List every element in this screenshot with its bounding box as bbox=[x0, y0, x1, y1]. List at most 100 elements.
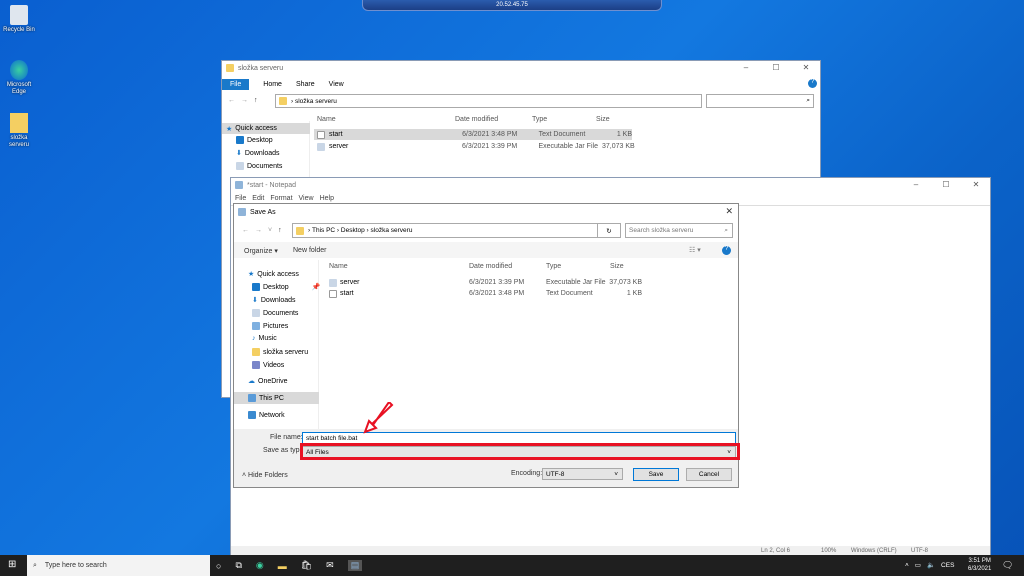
menu-file[interactable]: File bbox=[235, 195, 246, 202]
maximize-button[interactable]: ☐ bbox=[766, 63, 786, 72]
network-icon[interactable]: ▭ bbox=[915, 561, 921, 569]
column-type[interactable]: Type bbox=[532, 116, 547, 123]
file-type: Text Document bbox=[538, 131, 586, 138]
language-indicator[interactable]: CES bbox=[941, 562, 954, 569]
address-bar[interactable]: › This PC › Desktop › složka serveru bbox=[292, 223, 605, 238]
file-type: Executable Jar File bbox=[538, 143, 598, 150]
nav-folder[interactable]: složka serveru bbox=[252, 348, 308, 356]
nav-pictures[interactable]: Pictures bbox=[252, 322, 288, 330]
nav-downloads[interactable]: ⬇ Downloads bbox=[252, 296, 296, 305]
search-input[interactable]: ⌕ bbox=[706, 94, 814, 108]
new-folder-button[interactable]: New folder bbox=[293, 247, 326, 254]
chevron-up-icon[interactable]: ˄ bbox=[905, 562, 909, 569]
edge-taskbar-icon[interactable]: ◉ bbox=[256, 560, 264, 571]
column-name[interactable]: Name bbox=[329, 263, 348, 270]
nav-label: This PC bbox=[259, 394, 284, 402]
jar-file-icon bbox=[329, 278, 337, 287]
notifications-icon[interactable]: 🗨 bbox=[1002, 560, 1013, 571]
nav-quick-access[interactable]: ★ Quick access bbox=[222, 123, 310, 134]
column-date[interactable]: Date modified bbox=[469, 263, 512, 270]
desktop-icon-recycle-bin[interactable]: Recycle Bin bbox=[2, 5, 36, 34]
recent-icon[interactable]: ˅ bbox=[268, 227, 272, 234]
file-row[interactable]: server 6/3/2021 3:39 PM Executable Jar Fil… bbox=[314, 141, 635, 152]
column-name[interactable]: Name bbox=[317, 116, 336, 123]
breadcrumb-item[interactable]: Desktop bbox=[341, 227, 365, 234]
close-button[interactable]: ✕ bbox=[966, 180, 986, 189]
organize-button[interactable]: Organize ▾ bbox=[244, 247, 278, 255]
menu-view[interactable]: View bbox=[299, 195, 314, 202]
file-row[interactable]: start 6/3/2021 3:48 PM Text Document 1 KB bbox=[329, 288, 642, 299]
column-date[interactable]: Date modified bbox=[455, 116, 498, 123]
clock[interactable]: 3:51 PM 6/3/2021 bbox=[968, 557, 991, 573]
nav-onedrive[interactable]: ☁ OneDrive bbox=[248, 377, 288, 386]
help-icon[interactable]: ? bbox=[808, 79, 817, 88]
address-bar[interactable]: › složka serveru bbox=[275, 94, 702, 108]
maximize-button[interactable]: ☐ bbox=[936, 180, 956, 189]
up-icon[interactable]: ↑ bbox=[254, 97, 258, 104]
minimize-button[interactable]: – bbox=[736, 63, 756, 72]
documents-icon bbox=[236, 162, 244, 170]
notepad-taskbar-icon[interactable]: ▤ bbox=[347, 560, 363, 571]
cortana-icon[interactable]: ○ bbox=[216, 561, 221, 571]
nav-music[interactable]: ♪ Music bbox=[252, 335, 277, 342]
nav-desktop[interactable]: Desktop bbox=[236, 136, 273, 144]
help-icon[interactable]: ? bbox=[722, 246, 731, 255]
save-as-dialog[interactable]: Save As ✕ ← → ˅ ↑ › This PC › Desktop › slo… bbox=[233, 203, 740, 488]
tab-home[interactable]: Home bbox=[263, 81, 282, 88]
file-name-value: start batch file.bat bbox=[306, 434, 358, 442]
up-icon[interactable]: ↑ bbox=[278, 227, 282, 234]
nav-network[interactable]: Network bbox=[248, 411, 285, 419]
close-button[interactable]: ✕ bbox=[796, 63, 816, 72]
task-view-icon[interactable]: ⧉ bbox=[235, 560, 241, 571]
desktop-icon bbox=[236, 136, 244, 144]
refresh-button[interactable]: ↻ bbox=[597, 223, 621, 238]
column-size[interactable]: Size bbox=[596, 116, 610, 123]
mail-icon[interactable]: ✉ bbox=[326, 560, 334, 571]
desktop-icon-folder[interactable]: složka serveru bbox=[2, 113, 36, 149]
column-type[interactable]: Type bbox=[546, 263, 561, 270]
search-box[interactable]: ⌕ Type here to search bbox=[27, 555, 210, 576]
back-icon[interactable]: ← bbox=[242, 227, 249, 234]
menu-format[interactable]: Format bbox=[270, 195, 292, 202]
highlight-box bbox=[300, 443, 740, 460]
remote-desktop-bar[interactable]: 20.52.45.75 bbox=[362, 0, 662, 11]
encoding-select[interactable]: UTF-8 ˅ bbox=[542, 468, 623, 480]
tab-share[interactable]: Share bbox=[296, 81, 315, 88]
back-icon[interactable]: ← bbox=[228, 97, 235, 104]
tab-view[interactable]: View bbox=[329, 81, 344, 88]
breadcrumb-item[interactable]: This PC bbox=[312, 227, 335, 234]
file-row[interactable]: server 6/3/2021 3:39 PM Executable Jar Fil… bbox=[329, 277, 642, 288]
nav-this-pc[interactable]: This PC bbox=[234, 392, 319, 404]
nav-documents[interactable]: Documents bbox=[236, 162, 282, 170]
store-icon[interactable]: 🛍 bbox=[301, 560, 312, 571]
tab-file[interactable]: File bbox=[222, 78, 250, 90]
nav-downloads[interactable]: ⬇ Downloads bbox=[236, 149, 280, 158]
forward-icon[interactable]: → bbox=[241, 97, 248, 104]
minimize-button[interactable]: – bbox=[906, 180, 926, 189]
start-button[interactable]: ⊞ bbox=[8, 560, 16, 570]
breadcrumb-item[interactable]: složka serveru bbox=[371, 227, 413, 234]
nav-videos[interactable]: Videos bbox=[252, 361, 284, 369]
nav-quick-access[interactable]: ★ Quick access bbox=[248, 270, 299, 279]
menu-help[interactable]: Help bbox=[320, 195, 334, 202]
search-input[interactable]: Search složka serveru ⌕ bbox=[625, 223, 733, 238]
forward-icon[interactable]: → bbox=[255, 227, 262, 234]
nav-label: Desktop bbox=[247, 136, 273, 144]
hide-folders-label: Hide Folders bbox=[248, 472, 288, 479]
hide-folders-button[interactable]: ˄ Hide Folders bbox=[242, 472, 288, 479]
desktop-icon-edge[interactable]: Microsoft Edge bbox=[2, 60, 36, 96]
menu-edit[interactable]: Edit bbox=[252, 195, 264, 202]
nav-desktop[interactable]: Desktop 📌 bbox=[252, 283, 320, 291]
videos-icon bbox=[252, 361, 260, 369]
cloud-icon: ☁ bbox=[248, 378, 255, 385]
save-button[interactable]: Save bbox=[633, 468, 679, 481]
close-button[interactable]: ✕ bbox=[725, 206, 733, 217]
file-row[interactable]: start 6/3/2021 3:48 PM Text Document 1 KB bbox=[314, 129, 632, 140]
nav-documents[interactable]: Documents bbox=[252, 309, 298, 317]
star-icon: ★ bbox=[248, 271, 255, 278]
cancel-button[interactable]: Cancel bbox=[686, 468, 732, 481]
view-options-icon[interactable]: ☷ ▾ bbox=[689, 246, 701, 254]
file-explorer-taskbar-icon[interactable]: ▬ bbox=[278, 561, 287, 571]
volume-icon[interactable]: 🔈 bbox=[927, 561, 935, 569]
column-size[interactable]: Size bbox=[610, 263, 624, 270]
